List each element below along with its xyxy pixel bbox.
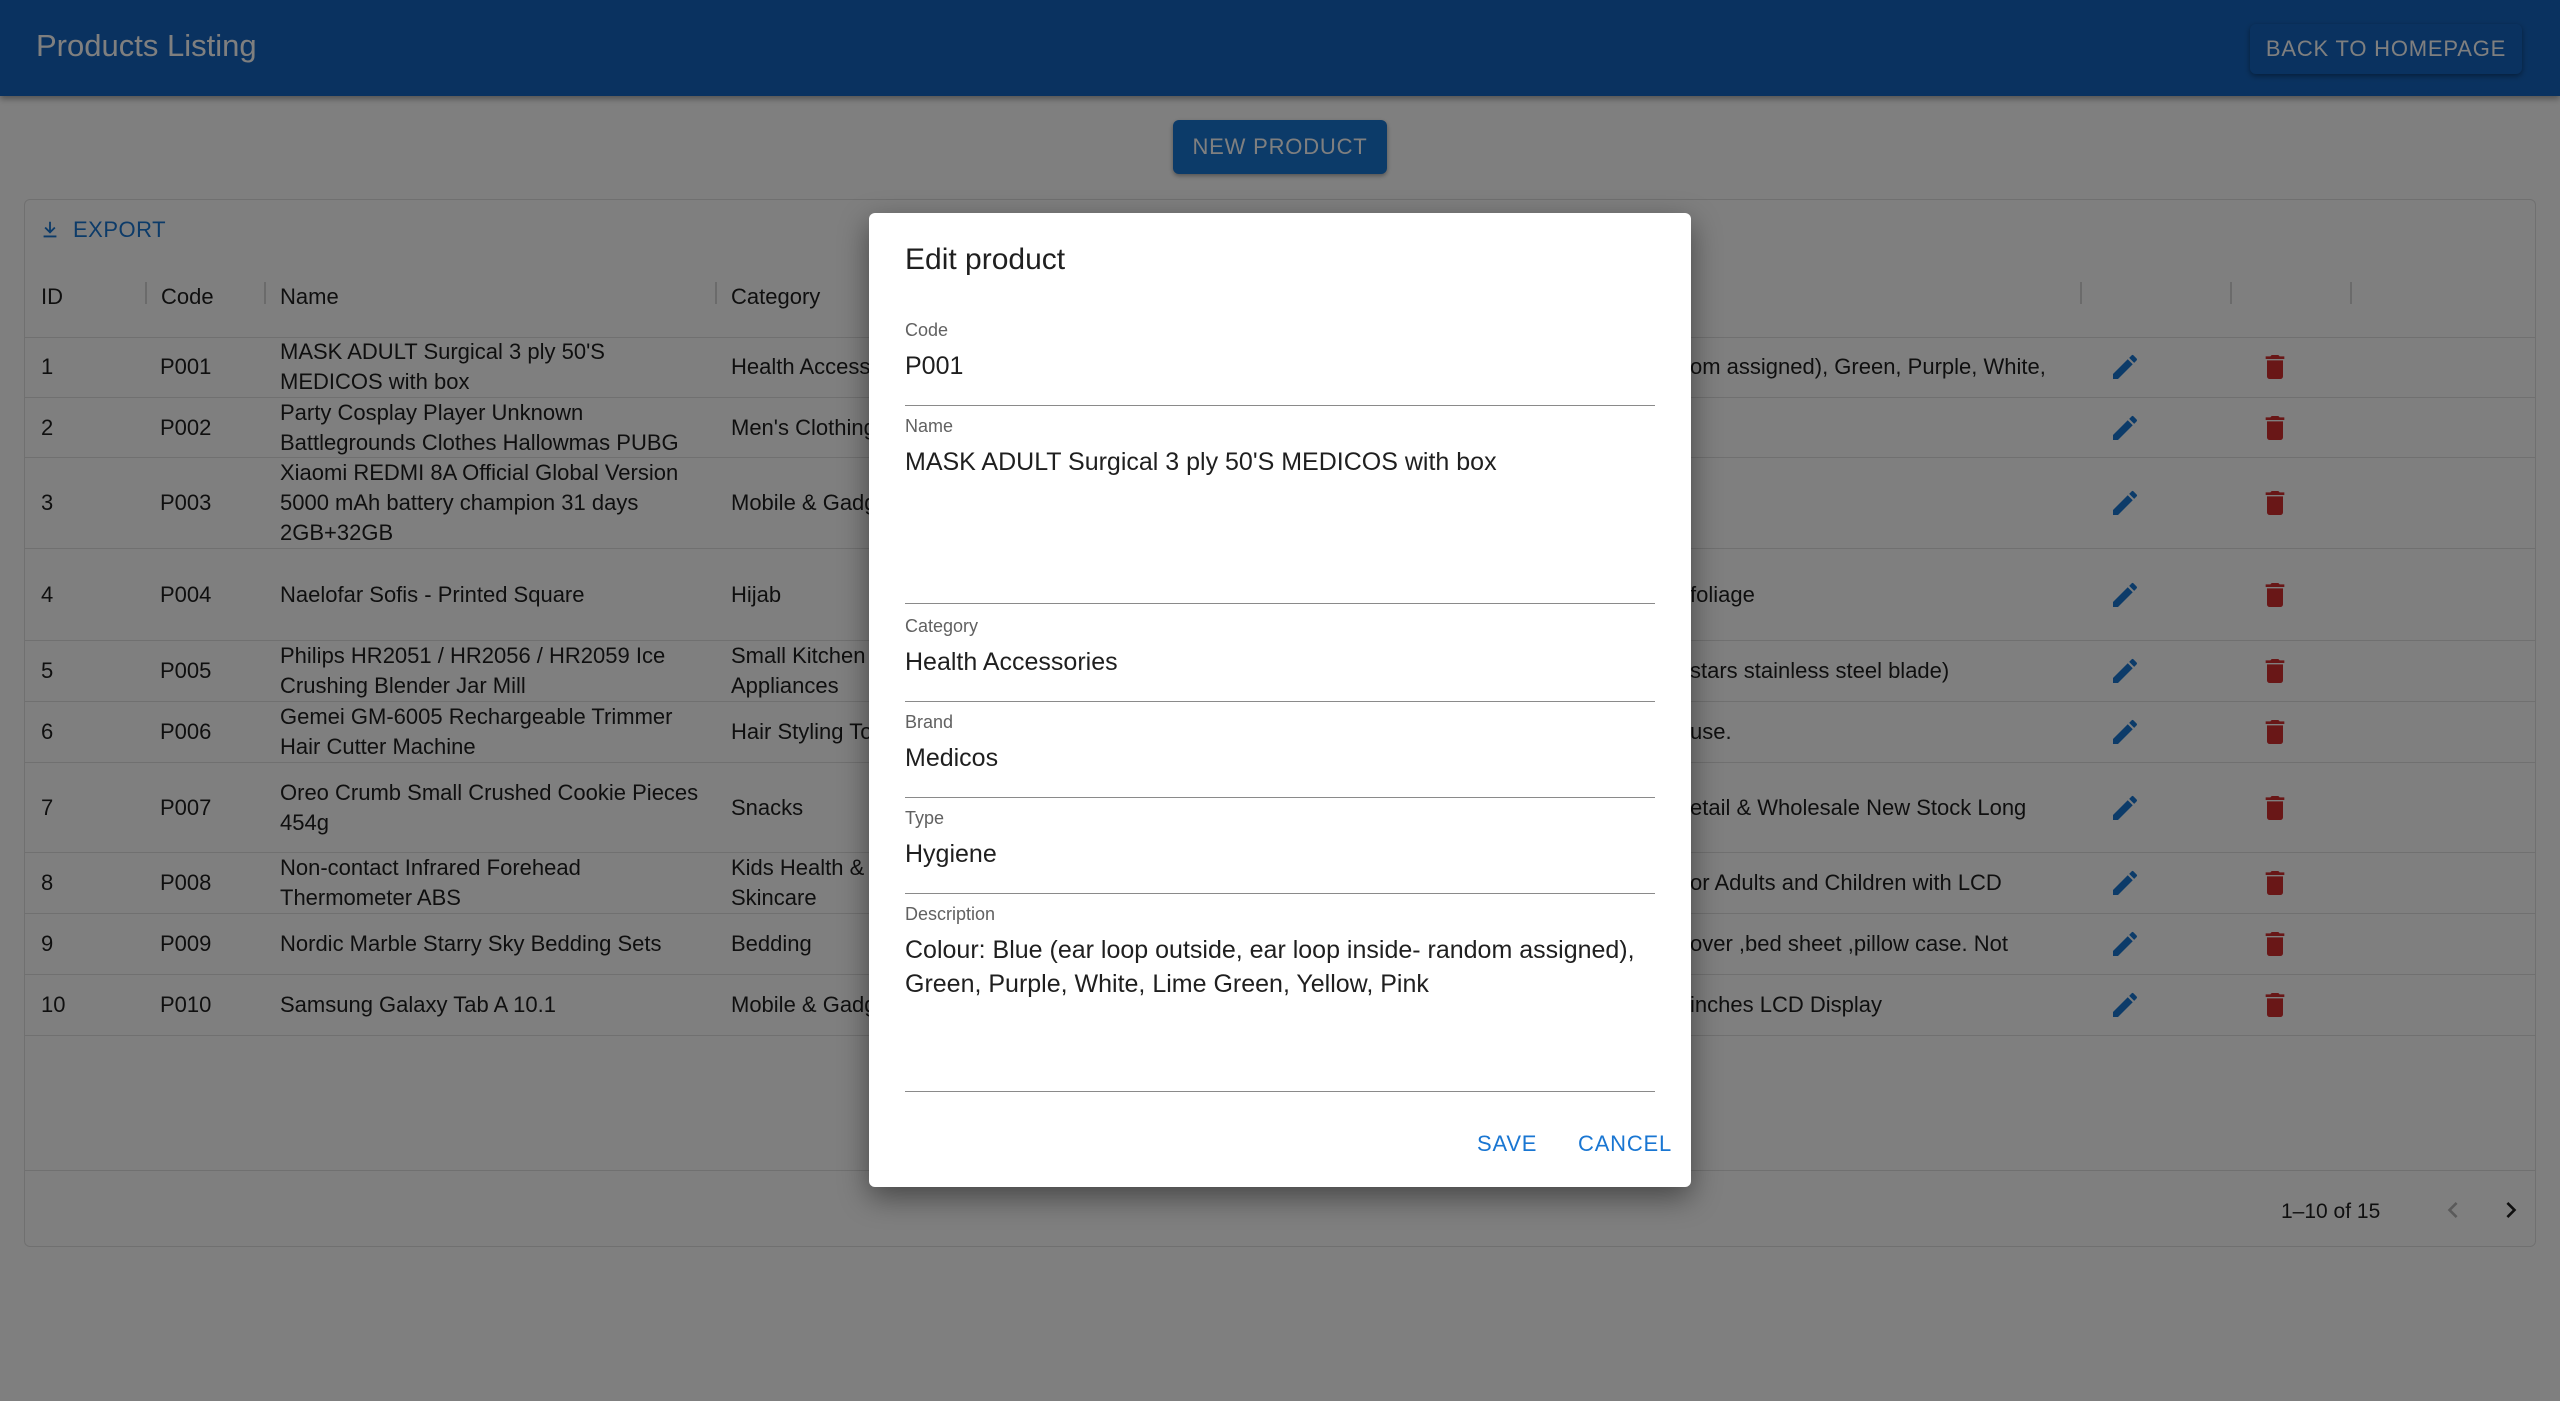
brand-field[interactable]: Brand Medicos [905,712,1655,798]
code-field[interactable]: Code P001 [905,320,1655,406]
name-input[interactable]: MASK ADULT Surgical 3 ply 50'S MEDICOS w… [905,445,1655,479]
category-input[interactable]: Health Accessories [905,645,1655,679]
type-input[interactable]: Hygiene [905,837,1655,871]
description-field[interactable]: Description Colour: Blue (ear loop outsi… [905,904,1655,1092]
code-label: Code [905,320,949,340]
save-button[interactable]: SAVE [1477,1131,1537,1157]
code-input[interactable]: P001 [905,349,1655,383]
field-underline [905,893,1655,894]
field-underline [905,603,1655,604]
name-label: Name [905,416,954,436]
description-label: Description [905,904,996,924]
category-label: Category [905,616,979,636]
brand-label: Brand [905,712,954,732]
type-field[interactable]: Type Hygiene [905,808,1655,894]
cancel-button[interactable]: CANCEL [1578,1131,1672,1157]
type-label: Type [905,808,945,828]
dialog-title: Edit product [905,243,1066,276]
field-underline [905,797,1655,798]
edit-product-dialog: Edit product Code P001 Name MASK ADULT S… [869,213,1691,1187]
name-field[interactable]: Name MASK ADULT Surgical 3 ply 50'S MEDI… [905,416,1655,604]
brand-input[interactable]: Medicos [905,741,1655,775]
field-underline [905,701,1655,702]
category-field[interactable]: Category Health Accessories [905,616,1655,702]
field-underline [905,1091,1655,1092]
description-input[interactable]: Colour: Blue (ear loop outside, ear loop… [905,933,1655,1001]
field-underline [905,405,1655,406]
